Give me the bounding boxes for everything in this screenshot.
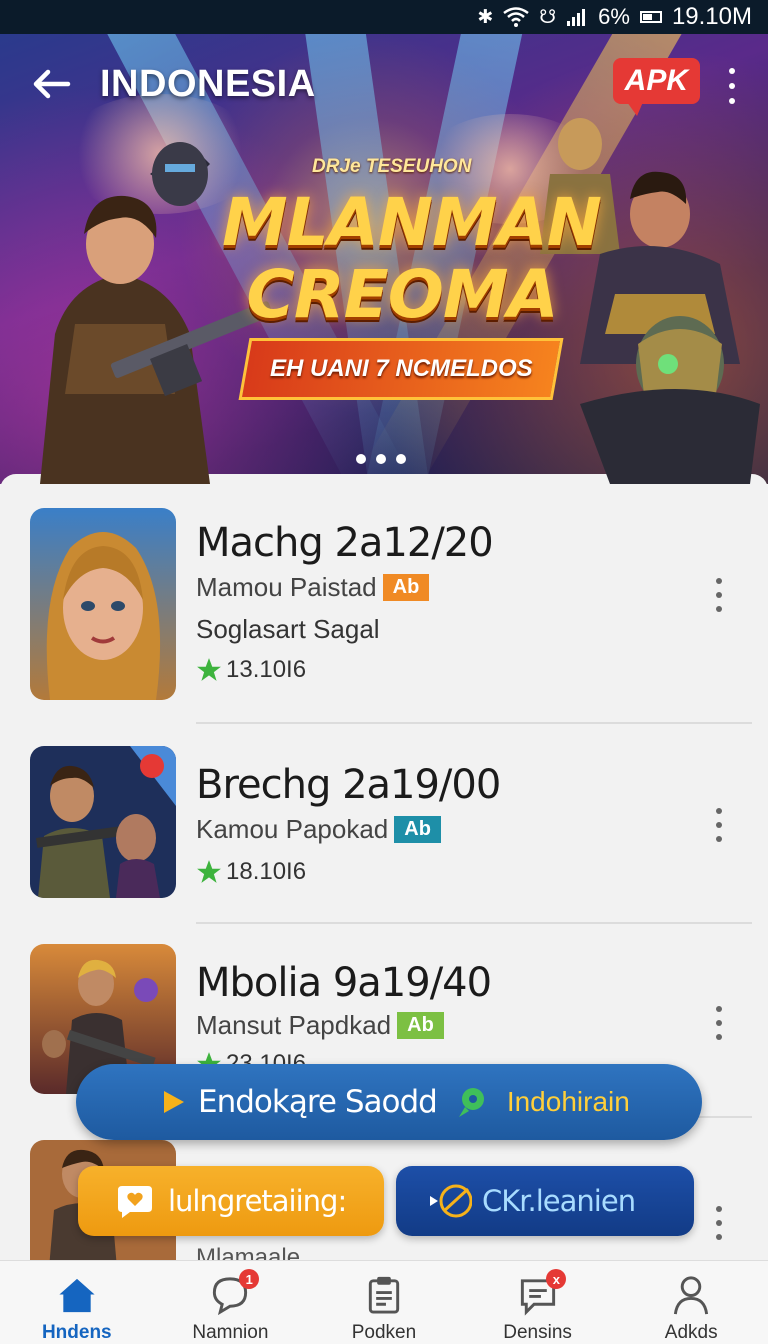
- game-rating: 13.10I6: [196, 656, 306, 684]
- age-tag: Ab: [394, 816, 441, 843]
- primary-action-label: Endokąre Saodd: [198, 1084, 438, 1120]
- game-thumbnail[interactable]: [30, 508, 176, 700]
- play-icon: [164, 1091, 184, 1113]
- promo-ribbon: EH UANI 7 NCMELDOS: [238, 338, 564, 400]
- back-arrow-icon[interactable]: [28, 60, 76, 108]
- game-subtitle: Soglasart Sagal: [196, 614, 380, 644]
- bluetooth-icon: ✱: [477, 6, 494, 28]
- rating-value: 13.10I6: [226, 656, 307, 683]
- home-icon: [59, 1278, 95, 1313]
- star-icon: [197, 658, 221, 681]
- primary-action-button[interactable]: Endokąre Saodd Indohirain: [76, 1064, 702, 1140]
- nav-item-home[interactable]: Hndens: [0, 1261, 154, 1344]
- item-menu-icon[interactable]: [714, 1006, 724, 1040]
- page-title: INDONESIA: [100, 62, 316, 105]
- nav-label: Podken: [351, 1322, 417, 1343]
- promo-subtitle: DRJe TESEUHON: [312, 156, 472, 177]
- developer-name: Mansut Papdkad: [196, 1010, 392, 1040]
- hero-banner[interactable]: INDONESIA APK DRJe TESEUHON MLANMAN CREO…: [0, 34, 768, 484]
- clipboard-icon: [368, 1276, 400, 1314]
- notification-badge: 1: [239, 1269, 260, 1289]
- list-item[interactable]: Machg 2a12/20 Mamou Paistad Ab Soglasart…: [0, 474, 768, 724]
- item-menu-icon[interactable]: [714, 808, 724, 842]
- game-developer: Mamou Paistad Ab: [196, 572, 430, 603]
- carousel-dot[interactable]: [396, 454, 406, 464]
- orange-action-button[interactable]: lulngretaiing:: [78, 1166, 384, 1236]
- apk-badge[interactable]: APK: [612, 58, 700, 116]
- nav-item-profile[interactable]: Adkds: [614, 1261, 768, 1344]
- heart-chat-icon: [118, 1186, 152, 1218]
- developer-name: Kamou Papokad: [196, 814, 389, 844]
- blue-action-label: CKr.leanien: [482, 1184, 636, 1218]
- carousel-dot[interactable]: [356, 454, 366, 464]
- promo-title-line2: CREOMA: [246, 256, 558, 333]
- carousel-dot[interactable]: [376, 454, 386, 464]
- app-screen: ✱ ☋ 6% 19.10M INDONESIA APK DRJe TESEUHO…: [0, 0, 768, 1344]
- nav-label: Adkds: [664, 1322, 718, 1343]
- developer-name: Mamou Paistad: [196, 572, 377, 602]
- age-tag: Ab: [397, 1012, 444, 1039]
- blue-action-button[interactable]: CKr.leanien: [396, 1166, 694, 1236]
- item-menu-icon[interactable]: [714, 1206, 724, 1240]
- nav-item-clipboard[interactable]: Podken: [307, 1261, 461, 1344]
- nav-item-chat[interactable]: 1 Namnion: [154, 1261, 308, 1344]
- nav-label: Namnion: [192, 1322, 269, 1343]
- person-icon: [674, 1276, 709, 1315]
- game-title[interactable]: Mbolia 9a19/40: [196, 960, 492, 1006]
- globe-play-icon: [430, 1184, 472, 1218]
- secondary-action-label: Indohirain: [506, 1086, 630, 1117]
- clock: 19.10M: [671, 3, 752, 30]
- rating-value: 18.10I6: [226, 858, 307, 885]
- age-tag: Ab: [382, 574, 430, 601]
- nav-item-messages[interactable]: x Densins: [461, 1261, 615, 1344]
- promo-title-line1: MLANMAN: [222, 184, 602, 261]
- star-icon: [197, 860, 221, 883]
- game-thumbnail[interactable]: [30, 746, 176, 898]
- game-list: Machg 2a12/20 Mamou Paistad Ab Soglasart…: [0, 474, 768, 1274]
- nav-label: Densins: [503, 1322, 572, 1343]
- game-title[interactable]: Machg 2a12/20: [196, 520, 494, 566]
- vibrate-icon: ☋: [539, 6, 557, 28]
- item-menu-icon[interactable]: [714, 578, 724, 612]
- orange-action-label: lulngretaiing:: [168, 1184, 347, 1218]
- carousel-indicator[interactable]: [356, 454, 406, 464]
- game-developer: Kamou Papokad Ab: [196, 814, 441, 845]
- list-item[interactable]: Brechg 2a19/00 Kamou Papokad Ab 18.10I6: [0, 724, 768, 954]
- signal-icon: [567, 9, 586, 26]
- wifi-icon: [503, 7, 529, 27]
- battery-icon: [639, 11, 662, 23]
- overflow-menu-icon[interactable]: [720, 68, 744, 104]
- game-title[interactable]: Brechg 2a19/00: [196, 762, 501, 808]
- bottom-navigation: Hndens 1 Namnion Podken x Densins Adkds: [0, 1260, 768, 1344]
- pin-icon: [458, 1088, 484, 1117]
- notification-badge: x: [546, 1269, 567, 1289]
- nav-label: Hndens: [41, 1322, 112, 1343]
- status-bar: ✱ ☋ 6% 19.10M: [0, 0, 768, 34]
- game-developer: Mansut Papdkad Ab: [196, 1010, 444, 1041]
- game-rating: 18.10I6: [196, 858, 306, 886]
- battery-percent: 6%: [598, 4, 630, 29]
- promo-ribbon-label: EH UANI 7 NCMELDOS: [269, 355, 533, 382]
